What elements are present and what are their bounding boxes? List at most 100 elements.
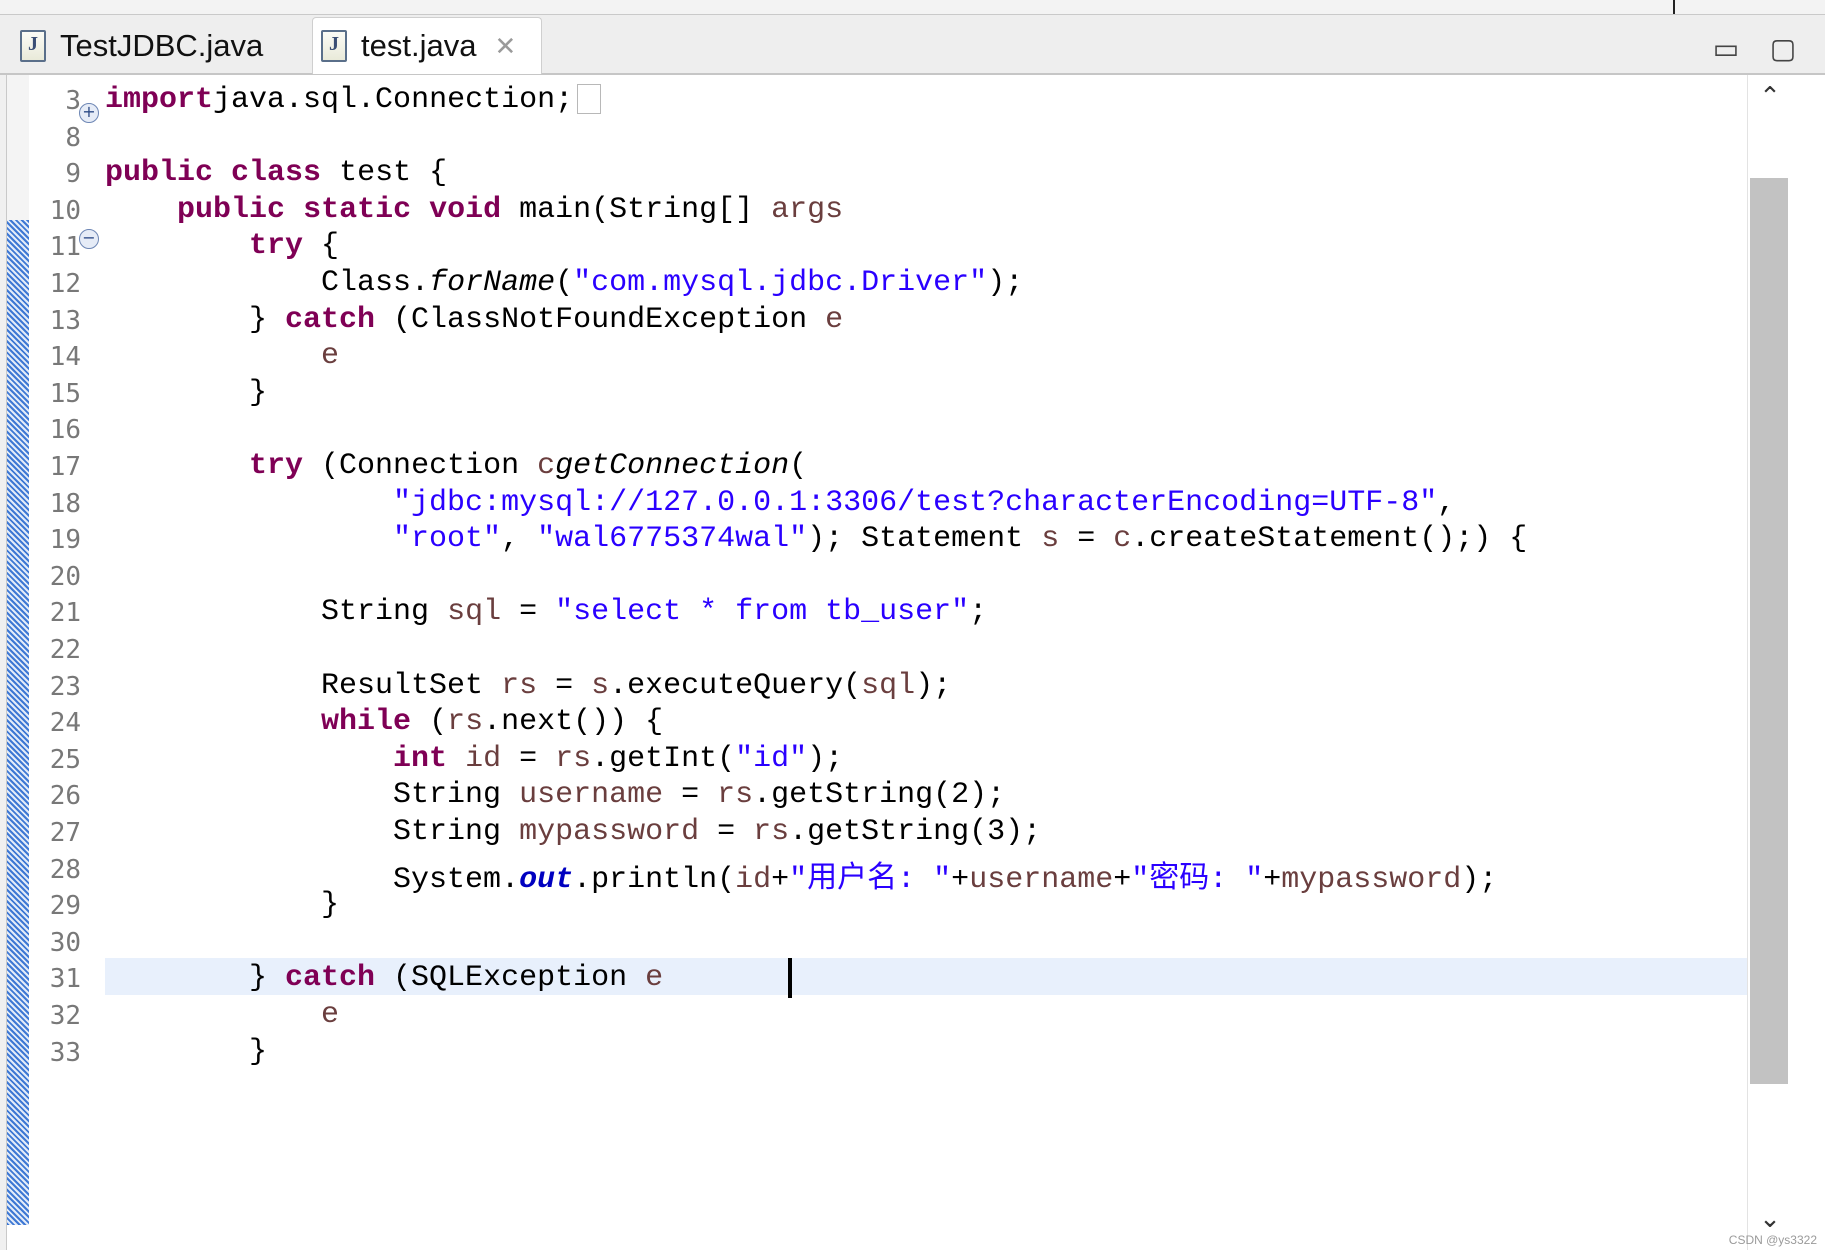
code-token: username: [969, 862, 1114, 897]
line-number: 10: [49, 195, 81, 226]
code-line[interactable]: try {: [105, 229, 339, 263]
code-token: rs: [447, 705, 484, 740]
code-token: test {: [321, 156, 448, 191]
code-line[interactable]: int id = rs.getInt("id");: [105, 742, 843, 776]
code-token: =: [501, 595, 556, 630]
code-token: mypassword: [519, 815, 700, 849]
tab-test[interactable]: J test.java ✕: [312, 17, 542, 74]
close-icon[interactable]: ✕: [494, 31, 516, 62]
code-line[interactable]: importjava.sql.Connection;: [105, 83, 602, 117]
code-token: "密码: ": [1131, 862, 1264, 897]
code-token: s: [1041, 522, 1060, 557]
line-number: 16: [49, 415, 81, 446]
code-token: e: [321, 998, 340, 1032]
code-line[interactable]: e: [105, 339, 339, 373]
scroll-thumb[interactable]: [1750, 178, 1788, 1084]
collapse-fold-icon[interactable]: −: [79, 229, 99, 249]
code-token: args: [771, 192, 844, 227]
code-token: =: [501, 741, 556, 776]
code-area[interactable]: 3 importjava.sql.Connection; 8 9 public clas…: [7, 75, 1747, 1250]
code-token: public: [105, 156, 214, 191]
code-line[interactable]: e: [105, 998, 339, 1032]
code-line[interactable]: ResultSet rs = s.executeQuery(sql);: [105, 669, 951, 703]
code-token: catch: [285, 302, 376, 337]
code-line[interactable]: try (Connection cgetConnection(: [105, 449, 807, 483]
code-token: void: [429, 192, 502, 227]
maximize-icon[interactable]: ▢: [1767, 33, 1799, 65]
line-number: 25: [49, 744, 81, 775]
code-line[interactable]: }: [105, 1035, 267, 1069]
tab-label: test.java: [361, 28, 477, 63]
line-number: 14: [49, 342, 81, 373]
tab-testjdbc[interactable]: J TestJDBC.java: [12, 19, 307, 73]
code-line[interactable]: public class test {: [105, 156, 447, 190]
code-token: (ClassNotFoundException: [375, 302, 826, 337]
code-token: }: [105, 888, 340, 923]
text-caret: [788, 958, 792, 998]
code-token: }: [105, 1034, 268, 1069]
code-line[interactable]: }: [105, 376, 267, 410]
window-top-edge: [0, 0, 1825, 15]
code-token: Class.: [105, 266, 430, 300]
code-token: =: [699, 815, 754, 849]
line-number: 3: [65, 86, 81, 116]
line-number: 17: [49, 452, 81, 482]
minimize-icon[interactable]: ▭: [1710, 33, 1742, 65]
code-line[interactable]: while (rs.next()) {: [105, 705, 663, 739]
scroll-up-icon[interactable]: ⌃: [1756, 83, 1784, 111]
expand-fold-icon[interactable]: +: [79, 103, 99, 123]
code-line[interactable]: String username = rs.getString(2);: [105, 778, 1005, 812]
code-token: mypassword: [1281, 862, 1462, 897]
line-number: 20: [49, 561, 81, 592]
line-number: 15: [49, 378, 81, 409]
code-token: ,: [501, 522, 538, 557]
line-number: 11: [49, 232, 81, 263]
vertical-scrollbar[interactable]: ⌃ ⌄: [1747, 75, 1825, 1250]
code-line[interactable]: "root", "wal6775374wal"); Statement s = …: [105, 522, 1527, 556]
code-token: ); Statement: [807, 522, 1042, 557]
code-token: +: [771, 862, 790, 897]
code-token: rs: [753, 815, 790, 849]
line-number: 12: [49, 269, 81, 299]
code-line[interactable]: } catch (ClassNotFoundException e: [105, 303, 843, 337]
code-line[interactable]: }: [105, 888, 339, 922]
line-number: 30: [49, 927, 81, 958]
folded-imports-box[interactable]: [577, 84, 602, 115]
code-token: while: [321, 705, 412, 740]
code-token: }: [105, 961, 286, 996]
java-file-icon: J: [20, 30, 46, 62]
code-line[interactable]: String mypassword = rs.getString(3);: [105, 815, 1041, 849]
code-token: sql: [861, 668, 916, 703]
code-line[interactable]: } catch (SQLException e: [105, 961, 663, 995]
code-token: c: [1113, 522, 1132, 557]
code-token: +: [951, 862, 970, 897]
line-number: 19: [49, 525, 81, 556]
scroll-down-icon[interactable]: ⌄: [1756, 1205, 1784, 1233]
code-token: String: [105, 778, 520, 813]
code-editor[interactable]: 3 importjava.sql.Connection; 8 9 public clas…: [6, 75, 1825, 1250]
code-line[interactable]: public static void main(String[] args: [105, 193, 843, 227]
code-token: rs: [555, 741, 592, 776]
line-number: 23: [49, 671, 81, 702]
code-token: }: [105, 375, 268, 410]
line-number: 26: [49, 781, 81, 812]
line-number: 31: [49, 964, 81, 995]
code-token: id: [465, 741, 502, 776]
code-line[interactable]: String sql = "select * from tb_user";: [105, 595, 987, 629]
code-token: "jdbc:mysql://127.0.0.1:3306/test?charac…: [393, 485, 1438, 520]
code-token: catch: [285, 961, 376, 996]
line-number: 13: [49, 305, 81, 336]
code-line[interactable]: "jdbc:mysql://127.0.0.1:3306/test?charac…: [105, 486, 1455, 520]
code-token: +: [1263, 862, 1282, 897]
code-token: +: [1113, 862, 1132, 897]
code-line[interactable]: Class.forName("com.mysql.jdbc.Driver");: [105, 266, 1023, 300]
editor-tab-bar: J TestJDBC.java J test.java ✕ ▭ ▢: [0, 15, 1825, 75]
line-number: 24: [49, 708, 81, 739]
code-token: (: [789, 449, 808, 483]
